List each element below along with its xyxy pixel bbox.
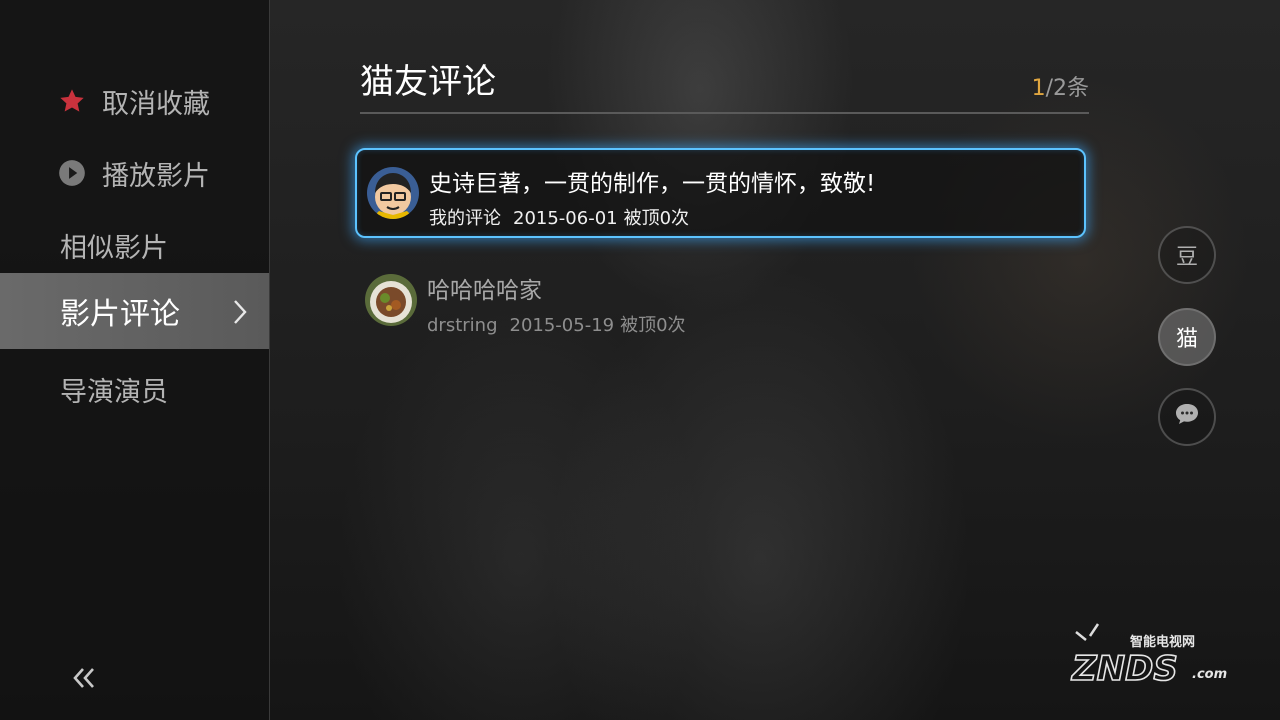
avatar bbox=[367, 167, 419, 219]
header-divider bbox=[360, 112, 1089, 114]
source-tab-douban[interactable]: 豆 bbox=[1158, 226, 1216, 284]
sidebar-item-similar[interactable]: 相似影片 bbox=[0, 214, 269, 276]
chevron-right-icon bbox=[233, 299, 247, 332]
comment-date: 2015-06-01 bbox=[513, 208, 618, 229]
source-tab-comments[interactable] bbox=[1158, 388, 1216, 446]
comment-text: 哈哈哈哈家 bbox=[427, 278, 542, 304]
source-tab-mao[interactable]: 猫 bbox=[1158, 308, 1216, 366]
star-icon bbox=[58, 87, 86, 115]
sidebar-item-label: 导演演员 bbox=[60, 376, 168, 408]
sidebar-item-cast[interactable]: 导演演员 bbox=[0, 358, 269, 420]
comment-meta: 我的评论 2015-06-01 被顶0次 bbox=[429, 204, 701, 230]
source-tab-label: 豆 bbox=[1175, 245, 1198, 270]
sidebar-item-unfavorite[interactable]: 取消收藏 bbox=[0, 70, 269, 132]
znds-watermark-logo: 智能电视网 ZNDS .com bbox=[1068, 618, 1238, 690]
comment-author: drstring bbox=[427, 315, 498, 336]
comment-item[interactable]: 哈哈哈哈家 drstring 2015-05-19 被顶0次 bbox=[355, 257, 1086, 347]
comment-meta: drstring 2015-05-19 被顶0次 bbox=[427, 311, 698, 337]
source-tab-label: 猫 bbox=[1175, 327, 1198, 352]
watermark-domain: .com bbox=[1192, 667, 1227, 682]
sidebar-item-label: 相似影片 bbox=[60, 232, 168, 264]
chat-bubble-icon bbox=[1174, 402, 1200, 432]
sidebar: 取消收藏 播放影片 相似影片 影片评论 导演演员 bbox=[0, 0, 270, 720]
comment-text: 史诗巨著，一贯的制作，一贯的情怀，致敬! bbox=[429, 171, 876, 197]
avatar bbox=[365, 274, 417, 326]
play-icon bbox=[58, 159, 86, 187]
comment-date: 2015-05-19 bbox=[509, 315, 615, 336]
sidebar-item-reviews[interactable]: 影片评论 bbox=[0, 273, 269, 349]
comment-likes: 被顶0次 bbox=[620, 315, 686, 336]
sidebar-item-label: 影片评论 bbox=[60, 297, 180, 332]
watermark-subtitle: 智能电视网 bbox=[1130, 634, 1195, 650]
double-chevron-left-icon[interactable] bbox=[70, 664, 98, 692]
comment-likes: 被顶0次 bbox=[623, 208, 690, 229]
page-title: 猫友评论 bbox=[360, 62, 496, 102]
watermark-brand: ZNDS bbox=[1071, 649, 1178, 689]
sidebar-item-label: 取消收藏 bbox=[102, 88, 210, 120]
sidebar-item-label: 播放影片 bbox=[102, 160, 210, 192]
comment-author: 我的评论 bbox=[429, 208, 501, 229]
comment-counter: 1/2条 bbox=[1032, 70, 1089, 102]
comment-item[interactable]: 史诗巨著，一贯的制作，一贯的情怀，致敬! 我的评论 2015-06-01 被顶0次 bbox=[355, 148, 1086, 238]
counter-current: 1 bbox=[1031, 76, 1046, 101]
counter-total: /2条 bbox=[1045, 76, 1089, 101]
sidebar-item-play[interactable]: 播放影片 bbox=[0, 142, 269, 204]
